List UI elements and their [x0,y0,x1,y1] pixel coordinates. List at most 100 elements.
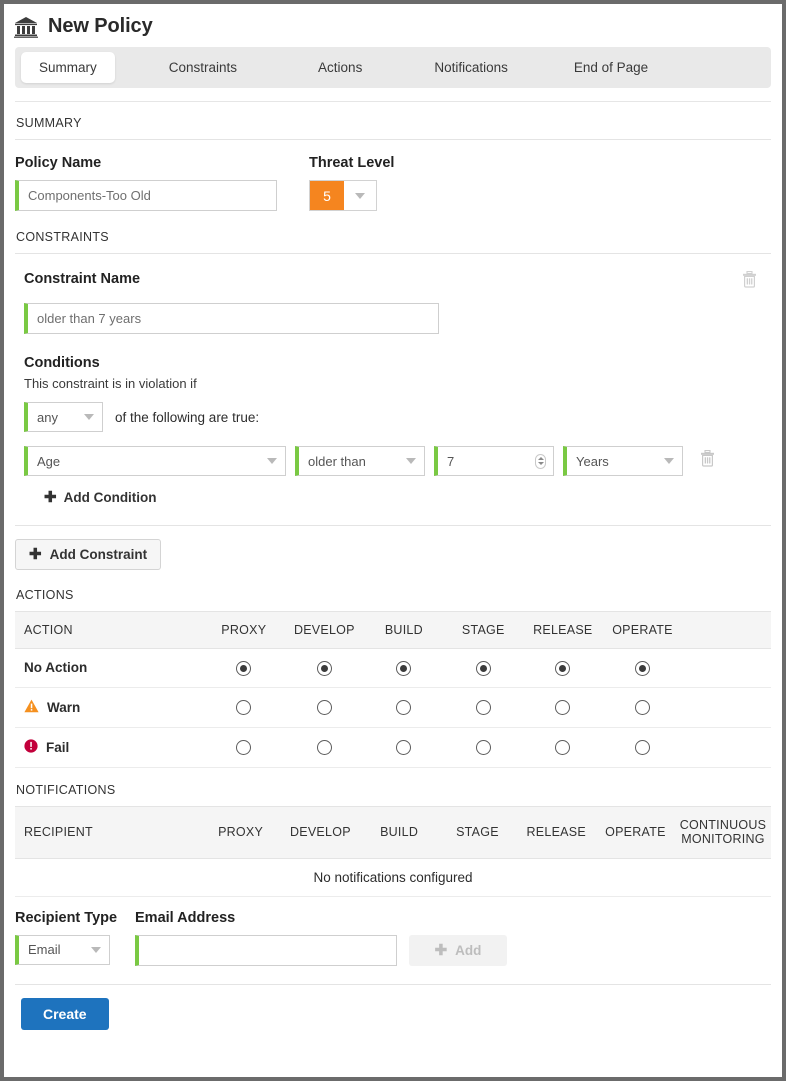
action-row-label: No Action [15,649,203,688]
radio-button[interactable] [635,700,650,715]
tab-actions[interactable]: Actions [300,52,380,83]
add-constraint-button[interactable]: ✚ Add Constraint [15,539,161,570]
delete-condition-button[interactable] [700,450,715,472]
radio-button[interactable] [476,661,491,676]
col-build: BUILD [360,806,438,858]
notifications-empty-row: No notifications configured [15,858,771,896]
col-operate: OPERATE [603,612,683,649]
col-recipient: RECIPIENT [15,806,200,858]
radio-cell-fail-release[interactable] [523,727,603,767]
radio-button[interactable] [476,700,491,715]
threat-level-value: 5 [310,181,344,210]
radio-button[interactable] [236,661,251,676]
col-action: ACTION [15,612,203,649]
create-button[interactable]: Create [21,998,109,1030]
action-row-label: Fail [46,740,69,755]
email-address-label: Email Address [135,910,397,926]
radio-button[interactable] [317,740,332,755]
number-stepper[interactable] [535,454,546,469]
add-recipient-button[interactable]: ✚ Add [409,935,507,966]
chevron-down-icon [84,414,94,420]
recipient-type-select[interactable]: Email [15,935,110,965]
tab-notifications[interactable]: Notifications [416,52,526,83]
radio-button[interactable] [396,661,411,676]
radio-button[interactable] [317,700,332,715]
col-proxy: PROXY [200,806,280,858]
chevron-down-icon [344,181,376,210]
radio-button[interactable] [396,740,411,755]
radio-cell-warn-build[interactable] [364,687,443,727]
add-condition-button[interactable]: ✚ Add Condition [44,490,157,505]
tab-summary[interactable]: Summary [21,52,115,83]
condition-value-input[interactable]: 7 [434,446,554,476]
new-policy-window: New Policy Summary Constraints Actions N… [0,0,786,1081]
tab-end-of-page[interactable]: End of Page [556,52,666,83]
radio-cell-warn-release[interactable] [523,687,603,727]
radio-button[interactable] [555,661,570,676]
trash-icon [700,450,715,467]
condition-operator-value: older than [308,454,366,469]
action-row-label: Warn [47,700,80,715]
notifications-table-header: RECIPIENT PROXY DEVELOP BUILD STAGE RELE… [15,806,771,858]
actions-section-label: ACTIONS [15,570,771,611]
plus-icon: ✚ [29,547,42,562]
radio-cell-warn-operate[interactable] [603,687,683,727]
radio-button[interactable] [635,661,650,676]
condition-match-value: any [37,410,58,425]
threat-level-label: Threat Level [309,155,394,171]
radio-button[interactable] [396,700,411,715]
radio-button[interactable] [476,740,491,755]
radio-cell-no-action-stage[interactable] [444,649,523,688]
radio-cell-fail-build[interactable] [364,727,443,767]
condition-match-select[interactable]: any [24,402,103,432]
condition-unit-select[interactable]: Years [563,446,683,476]
radio-cell-fail-stage[interactable] [444,727,523,767]
chevron-down-icon [91,947,101,953]
radio-cell-warn-develop[interactable] [285,687,365,727]
trash-icon [742,271,757,288]
policy-name-input[interactable]: Components-Too Old [15,180,277,211]
condition-row: Age older than 7 Years [24,446,771,476]
tab-bar-wrapper: Summary Constraints Actions Notification… [4,47,782,102]
radio-cell-no-action-release[interactable] [523,649,603,688]
table-row: Warn [15,687,771,727]
col-release: RELEASE [523,612,603,649]
radio-cell-fail-proxy[interactable] [203,727,284,767]
condition-attribute-select[interactable]: Age [24,446,286,476]
col-release: RELEASE [517,806,596,858]
radio-cell-no-action-operate[interactable] [603,649,683,688]
notifications-empty-message: No notifications configured [15,858,771,896]
conditions-label: Conditions [24,355,771,371]
radio-cell-warn-stage[interactable] [444,687,523,727]
col-stage: STAGE [444,612,523,649]
radio-cell-no-action-proxy[interactable] [203,649,284,688]
radio-cell-no-action-build[interactable] [364,649,443,688]
page-header: New Policy [4,4,782,47]
chevron-down-icon [406,458,416,464]
warning-triangle-icon [24,699,39,716]
radio-cell-no-action-develop[interactable] [285,649,365,688]
condition-match-suffix: of the following are true: [115,410,259,425]
radio-button[interactable] [635,740,650,755]
radio-cell-fail-develop[interactable] [285,727,365,767]
tab-constraints[interactable]: Constraints [151,52,255,83]
plus-icon: ✚ [44,490,57,505]
radio-button[interactable] [317,661,332,676]
threat-level-select[interactable]: 5 [309,180,377,211]
radio-button[interactable] [236,700,251,715]
delete-constraint-button[interactable] [742,271,771,293]
radio-button[interactable] [555,700,570,715]
radio-button[interactable] [555,740,570,755]
actions-table-header: ACTION PROXY DEVELOP BUILD STAGE RELEASE… [15,612,771,649]
radio-button[interactable] [236,740,251,755]
radio-cell-fail-operate[interactable] [603,727,683,767]
radio-cell-warn-proxy[interactable] [203,687,284,727]
condition-unit-value: Years [576,454,609,469]
email-address-input[interactable] [135,935,397,966]
constraint-name-input[interactable]: older than 7 years [24,303,439,334]
col-build: BUILD [364,612,443,649]
condition-value-text: 7 [447,454,454,469]
constraint-block-divider [15,525,771,526]
recipient-type-label: Recipient Type [15,910,123,926]
condition-operator-select[interactable]: older than [295,446,425,476]
